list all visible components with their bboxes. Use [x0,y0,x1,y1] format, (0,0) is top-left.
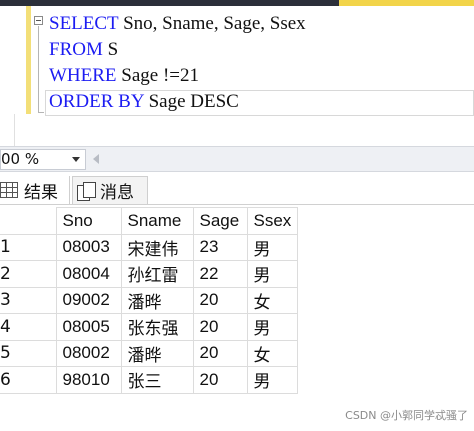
grid-cell-ssex[interactable]: 男 [246,233,298,261]
change-indicator-bar [26,6,31,114]
grid-cell-sname[interactable]: 潘晔 [120,286,194,314]
results-grid: Sno Sname Sage Ssex 1 08003 宋建伟 23 男 2 0… [0,207,298,394]
row-number-header [0,207,57,235]
grid-cell-sname[interactable]: 孙红雷 [120,260,194,288]
grid-cell-sno[interactable]: 09002 [55,286,122,314]
grid-cell-sage[interactable]: 23 [192,233,248,261]
sql-keyword: FROM [49,39,103,60]
grid-cell-ssex[interactable]: 男 [246,366,298,394]
grid-cell-ssex[interactable]: 女 [246,286,298,314]
code-line-1[interactable]: SELECT Sno, Sname, Sage, Ssex [49,12,306,36]
grid-cell-sno[interactable]: 08002 [55,339,122,367]
fold-guide-end [38,112,44,113]
grid-icon [0,182,18,198]
grid-cell-sage[interactable]: 22 [192,260,248,288]
code-line-2[interactable]: FROM S [49,38,118,62]
sql-keyword: WHERE [49,65,117,86]
results-tabs: 结果 消息 [0,172,474,205]
fold-guide [38,26,39,112]
code-line-3[interactable]: WHERE Sage !=21 [49,64,199,88]
grid-cell-sno[interactable]: 08003 [55,233,122,261]
chevron-down-icon[interactable] [72,157,80,162]
sql-text: Sage !=21 [116,65,200,86]
sql-text: Sno, Sname, Sage, Ssex [118,13,306,34]
column-header-ssex[interactable]: Ssex [246,207,298,235]
grid-cell-sage[interactable]: 20 [192,339,248,367]
table-row: 4 08005 张东强 20 男 [0,313,298,341]
table-row: 2 08004 孙红雷 22 男 [0,260,298,288]
messages-icon [77,181,96,201]
tab-messages-label: 消息 [100,183,134,203]
grid-cell-sname[interactable]: 张三 [120,366,194,394]
tab-divider [0,204,474,205]
row-number[interactable]: 1 [0,233,57,261]
row-number[interactable]: 4 [0,313,57,341]
gutter-divider [14,114,15,146]
sql-text: Sage DESC [143,91,239,112]
grid-cell-sage[interactable]: 20 [192,313,248,341]
sql-text: S [102,39,119,60]
watermark: CSDN @小郭同学忒骚了 [345,409,468,422]
grid-cell-sno[interactable]: 08004 [55,260,122,288]
column-header-sno[interactable]: Sno [55,207,122,235]
grid-cell-ssex[interactable]: 男 [246,313,298,341]
grid-cell-ssex[interactable]: 男 [246,260,298,288]
column-header-sage[interactable]: Sage [192,207,248,235]
table-row: 3 09002 潘晔 20 女 [0,286,298,314]
grid-header-row: Sno Sname Sage Ssex [0,207,298,235]
tab-results[interactable]: 结果 [0,176,70,204]
table-row: 5 08002 潘晔 20 女 [0,339,298,367]
grid-cell-sno[interactable]: 98010 [55,366,122,394]
tab-results-label: 结果 [24,182,58,203]
scroll-left-arrow-icon[interactable] [93,154,99,164]
table-row: 6 98010 张三 20 男 [0,366,298,394]
grid-cell-ssex[interactable]: 女 [246,339,298,367]
row-number[interactable]: 5 [0,339,57,367]
grid-cell-sname[interactable]: 张东强 [120,313,194,341]
sql-editor[interactable]: SELECT Sno, Sname, Sage, Ssex FROM S WHE… [0,6,474,146]
grid-cell-sage[interactable]: 20 [192,286,248,314]
collapse-toggle-icon[interactable] [34,16,43,25]
zoom-dropdown[interactable]: 00 % [0,149,86,170]
zoom-bar: 00 % [0,146,474,172]
tab-messages[interactable]: 消息 [72,176,148,204]
table-row: 1 08003 宋建伟 23 男 [0,233,298,261]
zoom-value: 00 % [1,150,40,168]
row-number[interactable]: 3 [0,286,57,314]
grid-cell-sname[interactable]: 潘晔 [120,339,194,367]
grid-cell-sage[interactable]: 20 [192,366,248,394]
row-number[interactable]: 2 [0,260,57,288]
grid-cell-sname[interactable]: 宋建伟 [120,233,194,261]
column-header-sname[interactable]: Sname [120,207,194,235]
sql-keyword: SELECT [49,13,119,34]
code-line-4[interactable]: ORDER BY Sage DESC [49,90,239,114]
row-number[interactable]: 6 [0,366,57,394]
grid-cell-sno[interactable]: 08005 [55,313,122,341]
sql-keyword: ORDER BY [49,91,144,112]
